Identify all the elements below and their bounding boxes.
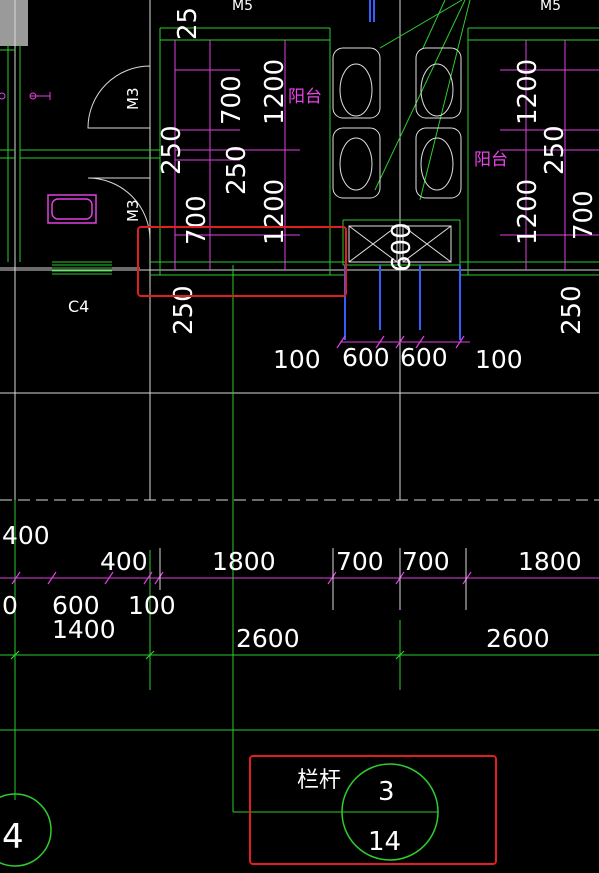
dim-row2-left: 400: [2, 521, 50, 550]
dim-row3-1: 1800: [212, 547, 276, 576]
dim-row5-1: 2600: [486, 624, 550, 653]
axis-bubble-label: 4: [2, 817, 24, 857]
dim-1200-d: 1200: [513, 179, 543, 245]
vertical-dimension-texts: 25 700 1200 250 250 700 1200 250 600 120…: [157, 7, 599, 335]
dim-1200-c: 1200: [513, 59, 543, 125]
m5-left-label: M5: [232, 0, 253, 14]
dim-600: 600: [387, 222, 417, 272]
balcony-right-label: 阳台: [474, 150, 508, 170]
dim-250-e: 250: [540, 125, 570, 175]
wash-basins: [332, 47, 462, 199]
dim-700-b: 700: [182, 195, 212, 245]
dim-row1-3: 100: [475, 345, 523, 374]
dim-250-c: 250: [222, 145, 252, 195]
dimension-lines: [0, 40, 599, 579]
dim-700-c: 700: [569, 190, 599, 240]
dim-row3-2: 700: [336, 547, 384, 576]
axis-bubble: 4: [0, 793, 52, 867]
bathtub: [47, 194, 97, 224]
m3-upper-label: M3: [124, 88, 142, 111]
horizontal-dimension-texts: 100 600 600 100 400 400 1800 700 700 180…: [2, 343, 582, 653]
dim-row1-0: 100: [273, 345, 321, 374]
dim-row4b: 1400: [52, 615, 116, 644]
dim-row3-3: 700: [402, 547, 450, 576]
dim-250-d: 250: [169, 285, 199, 335]
dim-25-top: 25: [173, 7, 203, 40]
dim-700-a: 700: [217, 75, 247, 125]
dim-1200-b: 1200: [260, 179, 290, 245]
dim-row1-1: 600: [342, 343, 390, 372]
blue-marks: [344, 0, 461, 340]
balcony-left-label: 阳台: [288, 87, 322, 107]
dim-row3-0: 400: [100, 547, 148, 576]
dim-row1-2: 600: [400, 343, 448, 372]
dim-250-f: 250: [557, 285, 587, 335]
c4-label: C4: [68, 297, 89, 316]
scroll-thumb[interactable]: [0, 0, 28, 46]
dim-row4-2: 100: [128, 591, 176, 620]
detail-bottom-number: 14: [368, 827, 401, 857]
dim-row3-4: 1800: [518, 547, 582, 576]
dim-row4-0: 0: [2, 591, 18, 620]
dim-1200-a: 1200: [260, 59, 290, 125]
m3-lower-label: M3: [124, 200, 142, 223]
dim-row5-0: 2600: [236, 624, 300, 653]
railing-label: 栏杆: [297, 768, 341, 793]
axis-lines: [0, 0, 599, 813]
m5-right-label: M5: [540, 0, 561, 14]
detail-top-number: 3: [378, 777, 395, 807]
wall-lines: [0, 0, 599, 501]
cad-drawing: M5 M5 C4 M3 M3 阳台 阳台 25 700 1200 250 250…: [0, 0, 599, 867]
dim-250-b: 250: [157, 125, 187, 175]
